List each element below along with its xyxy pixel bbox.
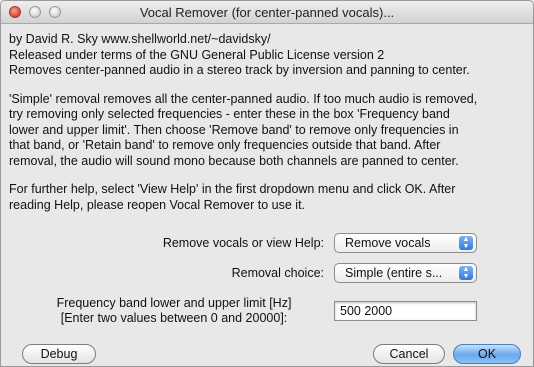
- removal-choice-dropdown[interactable]: Simple (entire s... ▲ ▼: [334, 263, 477, 283]
- removal-explanation-paragraph: 'Simple' removal removes all the center-…: [9, 92, 527, 170]
- window-title: Vocal Remover (for center-panned vocals)…: [139, 5, 395, 20]
- credits-license-line: Released under terms of the GNU General …: [9, 47, 385, 62]
- removal-choice-value: Simple (entire s...: [345, 266, 443, 280]
- help-line: For further help, select 'View Help' in …: [9, 182, 456, 196]
- ok-button[interactable]: OK: [453, 344, 521, 364]
- frequency-band-input[interactable]: [334, 301, 477, 321]
- explanation-line: that band, or 'Retain band' to remove on…: [9, 138, 441, 152]
- action-dropdown-value: Remove vocals: [345, 236, 431, 250]
- frequency-band-label: Frequency band lower and upper limit [Hz…: [24, 296, 324, 326]
- credits-summary-line: Removes center-panned audio in a stereo …: [9, 63, 470, 77]
- help-paragraph: For further help, select 'View Help' in …: [9, 182, 527, 213]
- explanation-line: lower and upper limit'. Then choose 'Rem…: [9, 122, 459, 137]
- action-label: Remove vocals or view Help:: [162, 236, 324, 250]
- description-text: by David R. Sky www.shellworld.net/~davi…: [9, 32, 527, 226]
- dialog-window: Vocal Remover (for center-panned vocals)…: [0, 0, 534, 367]
- frequency-band-label-line2: [Enter two values between 0 and 20000]:: [60, 311, 288, 325]
- credits-paragraph: by David R. Sky www.shellworld.net/~davi…: [9, 32, 527, 79]
- cancel-button[interactable]: Cancel: [373, 344, 445, 364]
- choice-label: Removal choice:: [231, 266, 324, 280]
- updown-arrows-icon: ▲ ▼: [459, 266, 473, 280]
- explanation-line: 'Simple' removal removes all the center-…: [9, 91, 478, 106]
- action-dropdown[interactable]: Remove vocals ▲ ▼: [334, 233, 477, 253]
- debug-button[interactable]: Debug: [22, 344, 96, 364]
- help-line: reading Help, please reopen Vocal Remove…: [9, 197, 306, 212]
- frequency-band-label-line1: Frequency band lower and upper limit [Hz…: [56, 296, 292, 310]
- explanation-line: removal, the audio will sound mono becau…: [9, 153, 459, 168]
- title-bar: Vocal Remover (for center-panned vocals)…: [1, 1, 533, 24]
- explanation-line: try removing only selected frequencies -…: [9, 107, 450, 121]
- credits-author-line: by David R. Sky www.shellworld.net/~davi…: [9, 32, 271, 46]
- updown-arrows-icon: ▲ ▼: [459, 236, 473, 250]
